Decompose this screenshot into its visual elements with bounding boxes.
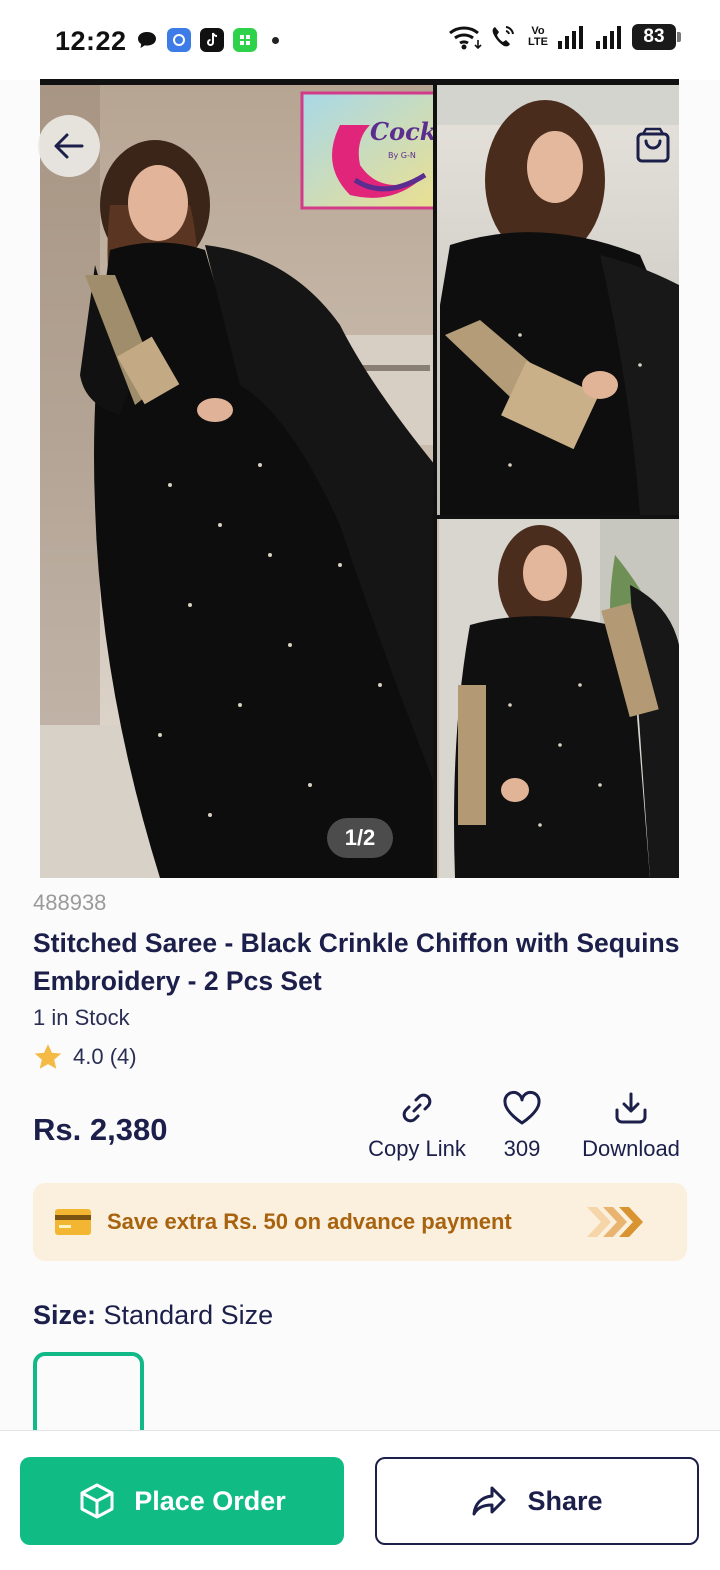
status-bar: 12:22 Vo LTE 83	[0, 0, 720, 80]
likes-count: 309	[503, 1136, 541, 1161]
back-arrow-icon	[54, 133, 84, 159]
download-icon	[615, 1092, 647, 1124]
wifi-icon	[449, 26, 482, 50]
card-icon	[55, 1209, 91, 1235]
status-time: 12:22	[55, 26, 127, 56]
box-icon	[80, 1483, 114, 1519]
product-sku: 488938	[33, 890, 107, 915]
place-order-label: Place Order	[134, 1485, 286, 1516]
copy-link-label: Copy Link	[368, 1136, 466, 1161]
download-button[interactable]: Download	[574, 1090, 688, 1162]
notification-icons	[136, 28, 279, 52]
rating-text: 4.0 (4)	[73, 1044, 137, 1069]
download-label: Download	[582, 1136, 680, 1161]
volte-indicator: Vo LTE	[528, 25, 548, 48]
place-order-button[interactable]: Place Order	[20, 1457, 344, 1545]
size-selector-label: Size: Standard Size	[33, 1300, 273, 1331]
star-icon	[34, 1044, 62, 1069]
product-image-gallery[interactable]: Cocktail By G-N	[40, 85, 679, 878]
size-value: Standard Size	[103, 1300, 274, 1330]
product-title: Stitched Saree - Black Crinkle Chiffon w…	[33, 928, 680, 996]
wifi-calling-icon	[492, 26, 515, 47]
promo-text: Save extra Rs. 50 on advance payment	[107, 1209, 512, 1234]
cart-button[interactable]	[628, 120, 678, 170]
brand-logo-sub: By G-N	[388, 151, 416, 160]
product-price: Rs. 2,380	[33, 1112, 168, 1147]
status-right-icons: Vo LTE 83	[448, 24, 681, 50]
heart-icon	[503, 1091, 541, 1125]
share-button[interactable]: Share	[375, 1457, 699, 1545]
advance-payment-banner[interactable]: Save extra Rs. 50 on advance payment	[33, 1183, 687, 1261]
share-label: Share	[527, 1485, 603, 1516]
shopping-bag-icon	[636, 127, 670, 163]
tiktok-icon	[200, 28, 224, 52]
share-icon	[472, 1486, 506, 1516]
like-button[interactable]: 309	[492, 1090, 552, 1162]
stock-status: 1 in Stock	[33, 1005, 130, 1030]
app-icon-blue	[167, 28, 191, 52]
copy-link-button[interactable]: Copy Link	[363, 1090, 471, 1162]
back-button[interactable]	[38, 115, 100, 177]
more-notifications-dot	[272, 36, 279, 44]
size-label: Size:	[33, 1300, 97, 1330]
signal-icon-2	[596, 26, 621, 49]
double-chevron-icon	[587, 1207, 643, 1237]
image-pager: 1/2	[327, 818, 393, 858]
chat-bubble-icon	[138, 32, 156, 48]
battery-indicator: 83	[632, 24, 681, 50]
bottom-action-bar: Place Order Share	[0, 1430, 720, 1570]
app-icon-green	[233, 28, 257, 52]
signal-icon-1	[558, 26, 583, 49]
product-rating[interactable]: 4.0 (4)	[33, 1043, 137, 1071]
product-image: Cocktail By G-N	[40, 85, 679, 878]
link-icon	[402, 1093, 432, 1123]
